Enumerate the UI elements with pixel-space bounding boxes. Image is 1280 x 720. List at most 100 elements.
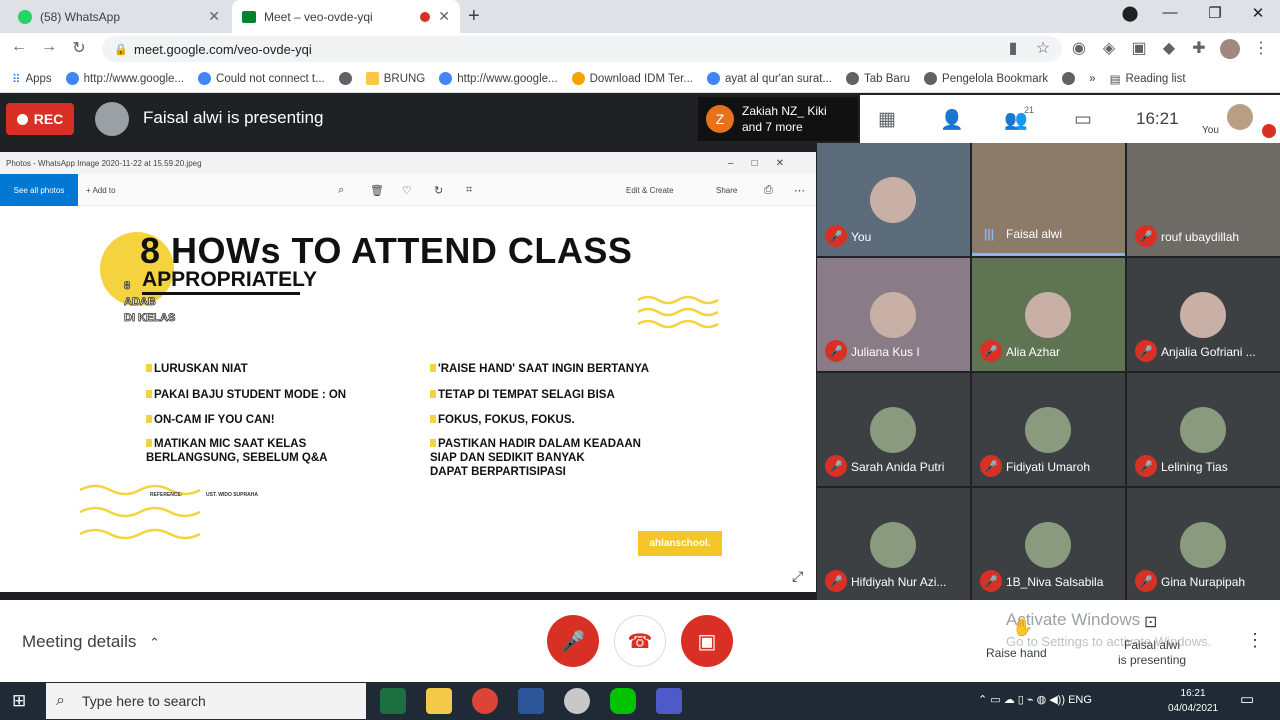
participant-tile[interactable]: 🎤 1B_Niva Salsabila: [972, 488, 1125, 601]
avatar[interactable]: [1220, 39, 1240, 59]
kebab-menu-icon[interactable]: ⋮: [1250, 38, 1272, 58]
teams-icon[interactable]: [656, 688, 682, 714]
window-close-button[interactable]: ✕: [1243, 4, 1273, 22]
file-explorer-icon[interactable]: [426, 688, 452, 714]
participant-tile[interactable]: ||| Faisal alwi: [972, 143, 1125, 256]
system-tray[interactable]: ⌃ ▭ ☁ ▯ ⌁ ◍ ◀)) ENG: [978, 693, 1092, 706]
join-avatar: Z: [706, 105, 734, 133]
see-all-photos-button[interactable]: See all photos: [0, 174, 78, 206]
rotate-icon[interactable]: ↻: [434, 184, 443, 197]
participant-tile[interactable]: 🎤 Juliana Kus I: [817, 258, 970, 371]
profile-menu-icon[interactable]: ⬤: [1115, 4, 1145, 22]
participant-tile[interactable]: 🎤 Gina Nurapipah: [1127, 488, 1280, 601]
chat-icon[interactable]: ▭: [1074, 108, 1092, 131]
bookmarks-overflow-button[interactable]: »: [1089, 73, 1095, 85]
record-dot-icon: [16, 113, 28, 125]
window-controls[interactable]: –□✕: [728, 158, 802, 169]
participant-tile[interactable]: 🎤 Anjalia Gofriani ...: [1127, 258, 1280, 371]
close-icon[interactable]: ✕: [438, 8, 450, 25]
mic-off-icon: 🎤: [980, 455, 1002, 477]
mic-off-icon: 🎤: [825, 340, 847, 362]
participant-tile[interactable]: 🎤 Fidiyati Umaroh: [972, 373, 1125, 486]
crop-icon[interactable]: ⌗: [466, 184, 472, 197]
participant-tile[interactable]: 🎤 You: [817, 143, 970, 256]
windows-start-icon[interactable]: ⊞: [12, 691, 26, 711]
bookmark-star-icon[interactable]: ☆: [1032, 38, 1054, 58]
forward-icon[interactable]: →: [38, 38, 60, 56]
minimize-button[interactable]: —: [1155, 4, 1185, 21]
present-icon[interactable]: ⊡: [1144, 612, 1157, 632]
person-icon[interactable]: 👤: [940, 108, 964, 132]
bookmark-apps[interactable]: ⠿ Apps: [12, 72, 52, 86]
participant-name: 1B_Niva Salsabila: [1006, 575, 1104, 589]
slide-underline: [142, 292, 300, 295]
participant-name: Anjalia Gofriani ...: [1161, 345, 1256, 359]
participant-tile[interactable]: 🎤 rouf ubaydillah: [1127, 143, 1280, 256]
participant-tile[interactable]: 🎤 Sarah Anida Putri: [817, 373, 970, 486]
bookmark-item[interactable]: Tab Baru: [846, 72, 910, 85]
camera-icon[interactable]: ▮: [1002, 38, 1024, 58]
bookmark-item[interactable]: [1062, 72, 1076, 85]
join-notification[interactable]: Z Zakiah NZ_ Kiki and 7 more: [698, 97, 858, 141]
bookmark-item[interactable]: BRUNG: [365, 72, 425, 85]
leave-call-button[interactable]: ☎: [614, 615, 666, 667]
mic-off-icon: [1262, 124, 1276, 138]
mic-off-icon: 🎤: [825, 455, 847, 477]
extension-icon[interactable]: ◉: [1068, 38, 1090, 58]
bookmark-item[interactable]: ayat al qur'an surat...: [706, 72, 832, 85]
back-icon[interactable]: ←: [8, 38, 30, 56]
mic-toggle-button[interactable]: 🎤: [547, 615, 599, 667]
clock-app-icon[interactable]: [564, 688, 590, 714]
participant-tile[interactable]: 🎤 Alia Azhar: [972, 258, 1125, 371]
close-icon[interactable]: ✕: [208, 8, 220, 25]
bookmark-item[interactable]: http://www.google...: [439, 72, 558, 85]
maximize-button[interactable]: ❐: [1200, 4, 1230, 22]
presenting-button[interactable]: Faisal alwi is presenting: [1118, 638, 1186, 668]
print-icon[interactable]: ⎙: [764, 184, 773, 197]
bookmark-item[interactable]: Download IDM Ter...: [571, 72, 693, 85]
excel-icon[interactable]: [380, 688, 406, 714]
zoom-icon[interactable]: ⌕: [338, 184, 344, 197]
tab-label: Meet – veo-ovde-yqi: [264, 9, 373, 24]
share-button[interactable]: Share: [716, 186, 737, 195]
taskbar-clock[interactable]: 16:21 04/04/2021: [1168, 686, 1218, 716]
expand-icon[interactable]: ⤢: [792, 568, 803, 585]
participant-tile[interactable]: 🎤 Lelining Tias: [1127, 373, 1280, 486]
raise-hand-label[interactable]: Raise hand: [986, 646, 1047, 660]
hand-icon[interactable]: ✋: [1012, 618, 1033, 638]
reload-icon[interactable]: ↻: [68, 38, 90, 58]
line-icon[interactable]: [610, 688, 636, 714]
meeting-details-button[interactable]: Meeting details ⌃: [22, 632, 160, 652]
participant-tile[interactable]: 🎤 Hifdiyah Nur Azi...: [817, 488, 970, 601]
extension-icon[interactable]: ◆: [1158, 38, 1180, 58]
tab-meet[interactable]: Meet – veo-ovde-yqi ✕: [232, 0, 460, 33]
chrome-icon[interactable]: [472, 688, 498, 714]
bookmark-item[interactable]: Pengelola Bookmark: [924, 72, 1048, 85]
more-icon[interactable]: ⋯: [794, 184, 805, 197]
word-icon[interactable]: [518, 688, 544, 714]
more-options-icon[interactable]: ⋮: [1246, 630, 1264, 651]
bookmark-item[interactable]: Could not connect t...: [198, 72, 325, 85]
notifications-icon[interactable]: ▭: [1240, 690, 1254, 708]
delete-icon[interactable]: 🗑: [370, 184, 384, 197]
bookmark-item[interactable]: http://www.google...: [65, 72, 184, 85]
bookmark-item[interactable]: [338, 72, 352, 85]
participant-name: Sarah Anida Putri: [851, 460, 945, 474]
heart-icon[interactable]: ♡: [402, 184, 412, 197]
puzzle-icon[interactable]: ✚: [1188, 38, 1210, 58]
layout-icon[interactable]: ▦: [878, 108, 896, 131]
tab-whatsapp[interactable]: (58) WhatsApp ✕: [8, 0, 230, 33]
slide-item: TETAP DI TEMPAT SELAGI BISA: [430, 388, 615, 402]
new-tab-button[interactable]: +: [468, 5, 480, 28]
camera-toggle-button[interactable]: ▣: [681, 615, 733, 667]
add-to-button[interactable]: + Add to: [86, 186, 116, 195]
bullet-icon: [430, 439, 436, 447]
extension-icon[interactable]: ▣: [1128, 38, 1150, 58]
taskbar-search[interactable]: ⌕ Type here to search: [46, 683, 366, 719]
edit-create-button[interactable]: Edit & Create: [626, 186, 674, 195]
bullet-icon: [430, 415, 436, 423]
address-bar[interactable]: 🔒 meet.google.com/veo-ovde-yqi: [102, 36, 1062, 62]
ahlanschool-logo: ahlanschool.: [638, 531, 722, 556]
shield-icon[interactable]: ◈: [1098, 38, 1120, 58]
reading-list-button[interactable]: ▤ Reading list: [1110, 72, 1186, 86]
